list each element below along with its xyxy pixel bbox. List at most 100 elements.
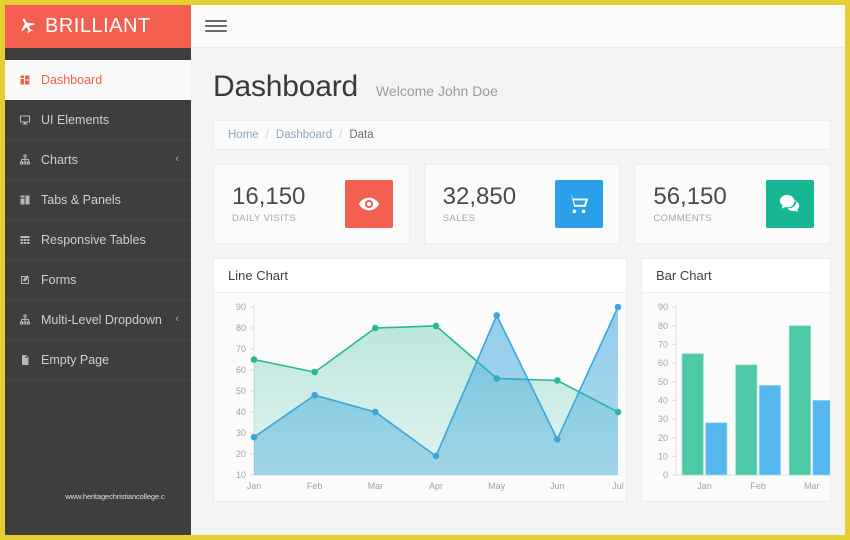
bar-green	[735, 364, 758, 476]
data-point	[250, 356, 258, 363]
bar-chart-body: 0 10 20 30 40 50 60 70 80 90 Jan Feb Mar	[642, 293, 830, 501]
brand-name: BRILLIANT	[45, 15, 151, 37]
bar-blue	[758, 385, 781, 476]
sidebar-item-dashboard[interactable]: Dashboard	[5, 60, 191, 100]
sitemap-icon	[19, 314, 41, 326]
welcome-message: Welcome John Doe	[375, 83, 498, 99]
bar-green	[681, 353, 704, 476]
stat-text-group: 16,150 DAILY VISITS	[232, 184, 305, 223]
x-tick-label: Feb	[750, 481, 766, 491]
dashboard-grid-icon	[19, 74, 41, 86]
brand-logo[interactable]: BRILLIANT	[5, 5, 191, 48]
sidebar-item-label: Forms	[41, 272, 77, 287]
y-tick-label: 30	[236, 428, 246, 438]
watermark-text: www.heritagechristiancollege.c	[65, 492, 165, 501]
page-header: Dashboard Welcome John Doe	[191, 48, 845, 120]
stat-text-group: 56,150 COMMENTS	[653, 184, 726, 223]
y-tick-label: 50	[658, 377, 668, 387]
x-tick-label: Apr	[429, 481, 443, 491]
y-tick-label: 30	[658, 414, 668, 424]
data-point	[432, 322, 440, 330]
sidebar-item-label: Empty Page	[41, 352, 110, 367]
hamburger-icon[interactable]	[205, 17, 227, 35]
x-tick-label: Mar	[368, 481, 384, 491]
sidebar-item-label: UI Elements	[41, 112, 110, 127]
sidebar: BRILLIANT Dashboard UI Elements Charts ‹ Tab…	[5, 5, 191, 535]
x-tick-label: Jan	[697, 481, 712, 491]
tabs-panels-icon	[19, 194, 41, 206]
form-edit-icon	[19, 274, 41, 286]
y-tick-label: 10	[236, 470, 246, 480]
monitor-icon	[19, 114, 41, 126]
y-tick-label: 80	[658, 321, 668, 331]
chevron-left-icon[interactable]: ‹	[175, 314, 179, 325]
page-title: Dashboard	[213, 70, 358, 103]
breadcrumb-separator: /	[339, 129, 343, 141]
stat-card-comments[interactable]: 56,150 COMMENTS	[634, 164, 832, 244]
data-point	[432, 452, 440, 460]
sidebar-item-label: Charts	[41, 152, 78, 167]
line-chart-title: Line Chart	[214, 259, 626, 293]
stat-cards-row: 16,150 DAILY VISITS 32,850 SALES 56,150 COMME…	[213, 164, 832, 244]
sidebar-item-label: Dashboard	[41, 72, 103, 87]
data-point	[372, 408, 379, 416]
plane-icon	[15, 13, 41, 40]
sidebar-item-responsive-tables[interactable]: Responsive Tables	[5, 220, 191, 260]
y-tick-label: 90	[236, 302, 246, 312]
eye-icon	[344, 180, 393, 228]
y-tick-label: 40	[658, 396, 668, 406]
y-tick-label: 10	[658, 452, 668, 462]
y-tick-label: 60	[658, 358, 668, 368]
stat-value: 16,150	[232, 183, 306, 211]
sidebar-item-ui-elements[interactable]: UI Elements	[5, 100, 191, 140]
screenshot-frame: BRILLIANT Dashboard UI Elements Charts ‹ Tab…	[0, 0, 850, 540]
table-icon	[19, 234, 41, 246]
stat-value: 32,850	[442, 183, 517, 211]
bar-blue	[705, 422, 728, 476]
x-tick-label: Jun	[550, 481, 565, 491]
sidebar-item-forms[interactable]: Forms	[5, 260, 191, 300]
admin-dashboard-app: BRILLIANT Dashboard UI Elements Charts ‹ Tab…	[5, 5, 845, 535]
file-icon	[19, 354, 41, 366]
x-tick-label: Mar	[804, 481, 820, 491]
bar-chart-title: Bar Chart	[642, 259, 830, 293]
bar-chart-panel: Bar Chart 0 10 20 30 40 50 60 70 80 90 Jan Feb Mar	[641, 258, 831, 502]
y-tick-label: 40	[236, 407, 246, 417]
sitemap-icon	[19, 154, 41, 166]
stat-label: SALES	[442, 212, 476, 224]
stat-text-group: 32,850 SALES	[443, 184, 516, 223]
sidebar-item-label: Responsive Tables	[41, 232, 146, 247]
stat-card-sales[interactable]: 32,850 SALES	[423, 164, 621, 244]
stat-value: 56,150	[653, 183, 727, 211]
sidebar-item-multi-level-dropdown[interactable]: Multi-Level Dropdown ‹	[5, 300, 191, 340]
sidebar-nav: Dashboard UI Elements Charts ‹ Tabs & Panels…	[5, 60, 191, 380]
sidebar-item-charts[interactable]: Charts ‹	[5, 140, 191, 180]
hamburger-bar	[205, 25, 227, 27]
x-tick-label: Jan	[247, 481, 262, 491]
data-point	[493, 312, 501, 319]
y-tick-label: 90	[658, 302, 668, 312]
sidebar-item-empty-page[interactable]: Empty Page	[5, 340, 191, 380]
main-content: Dashboard Welcome John Doe Home / Dashboar…	[191, 5, 845, 535]
stat-label: DAILY VISITS	[232, 212, 297, 224]
charts-row: Line Chart 10 20 30 40 50 60 70 80 90 Jan Feb Mar Ap…	[213, 258, 831, 502]
x-tick-label: Feb	[307, 481, 323, 491]
y-tick-label: 80	[236, 323, 246, 333]
breadcrumb-item-dashboard[interactable]: Dashboard	[276, 129, 332, 141]
data-point	[311, 391, 318, 399]
sidebar-item-tabs-panels[interactable]: Tabs & Panels	[5, 180, 191, 220]
y-tick-label: 0	[663, 470, 668, 480]
line-chart-svg: 10 20 30 40 50 60 70 80 90 Jan Feb Mar Apr May Jun Jul	[236, 302, 624, 491]
x-tick-label: May	[488, 481, 506, 491]
data-point	[554, 377, 561, 384]
stat-card-daily-visits[interactable]: 16,150 DAILY VISITS	[213, 164, 410, 244]
hamburger-bar	[205, 30, 227, 32]
data-point	[250, 433, 258, 441]
bar-green	[788, 325, 811, 476]
chevron-left-icon[interactable]: ‹	[175, 154, 179, 165]
hamburger-bar	[205, 20, 227, 22]
y-tick-label: 60	[236, 365, 246, 375]
breadcrumb-item-home[interactable]: Home	[228, 129, 259, 141]
cart-icon	[555, 180, 604, 228]
sidebar-item-label: Multi-Level Dropdown	[41, 312, 162, 327]
